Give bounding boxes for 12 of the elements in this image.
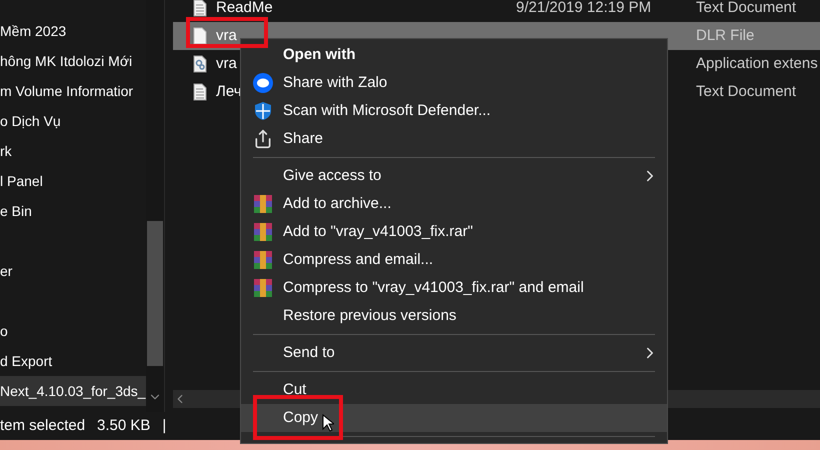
file-name: vra (216, 26, 237, 46)
file-type: Text Document (696, 82, 796, 102)
status-separator: | (162, 416, 166, 436)
file-name: Леч (216, 82, 242, 102)
file-type: Text Document (696, 0, 796, 18)
selection-size: 3.50 KB (97, 416, 150, 436)
selection-count: tem selected (0, 416, 86, 436)
file-name: vra (216, 54, 237, 74)
file-type: Application extens (696, 54, 818, 74)
file-type: DLR File (696, 26, 754, 46)
file-date: 9/21/2019 12:19 PM (516, 0, 652, 18)
file-name: ReadMe (216, 0, 273, 18)
